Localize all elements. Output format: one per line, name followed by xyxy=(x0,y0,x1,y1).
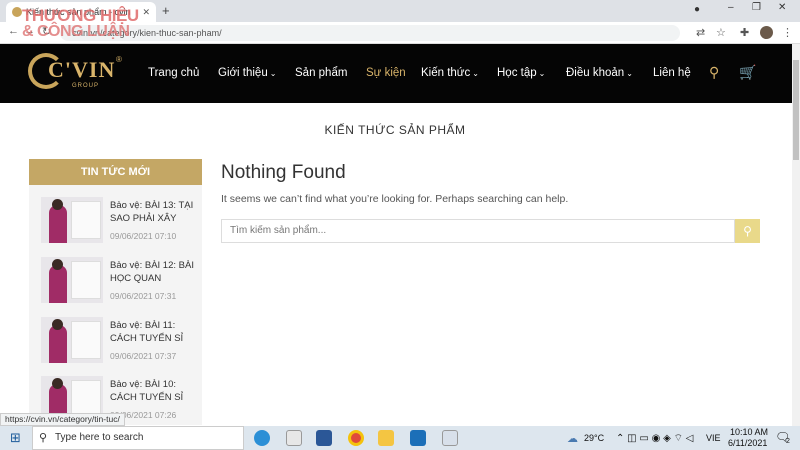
edge-icon[interactable] xyxy=(254,430,270,446)
chevron-down-icon: ⌄ xyxy=(269,69,277,78)
bookmark-star-icon[interactable]: ☆ xyxy=(716,26,726,39)
clock-date[interactable]: 6/11/2021 xyxy=(728,438,767,448)
chevron-down-icon: ⌄ xyxy=(472,69,479,78)
windows-start-icon[interactable]: ⊞ xyxy=(10,430,21,446)
scrollbar-thumb[interactable] xyxy=(793,60,799,160)
menu-item-lien-he[interactable]: Liên hệ xyxy=(653,67,691,79)
chrome-menu-icon[interactable]: ● xyxy=(694,4,700,15)
menu-item-su-kien[interactable]: Sự kiện xyxy=(366,67,406,79)
nothing-found-heading: Nothing Found xyxy=(221,162,346,183)
search-submit-button[interactable]: ⚲ xyxy=(735,219,760,243)
notification-count: 2 xyxy=(786,438,790,445)
news-item[interactable]: Bảo vệ: BÀI 13: TẠI SAO PHẢI XÂY 09/06/2… xyxy=(41,197,201,249)
taskbar-search-box[interactable]: ⚲ Type here to search xyxy=(32,426,244,450)
temperature-label[interactable]: 29°C xyxy=(584,433,604,443)
status-link-preview: https://cvin.vn/category/tin-tuc/ xyxy=(0,413,125,426)
file-explorer-icon[interactable] xyxy=(378,430,394,446)
news-title[interactable]: Bảo vệ: BÀI 13: TẠI SAO PHẢI XÂY xyxy=(110,199,202,225)
news-date: 09/06/2021 07:10 xyxy=(110,231,177,241)
menu-label: Điều khoản xyxy=(566,67,625,79)
sidebar-heading: TIN TỨC MỚI xyxy=(29,159,202,185)
menu-label: Giới thiệu xyxy=(218,67,268,79)
menu-item-san-pham[interactable]: Sản phẩm xyxy=(295,67,347,79)
news-item[interactable]: Bảo vệ: BÀI 12: BÀI HỌC QUAN 09/06/2021 … xyxy=(41,257,201,309)
news-title[interactable]: Bảo vệ: BÀI 11: CÁCH TUYỂN SỈ xyxy=(110,319,202,345)
logo-registered-mark: ® xyxy=(116,55,122,64)
watermark-logo: THƯƠNG HIỆU & CÔNG LUẬN xyxy=(22,6,139,40)
news-title[interactable]: Bảo vệ: BÀI 10: CÁCH TUYỂN SỈ xyxy=(110,378,202,404)
news-date: 09/06/2021 07:37 xyxy=(110,351,177,361)
news-thumbnail[interactable] xyxy=(41,317,103,363)
cart-icon[interactable]: 🛒 xyxy=(739,64,756,81)
menu-item-gioi-thieu[interactable]: Giới thiệu ⌄ xyxy=(218,67,276,79)
translate-icon[interactable]: ⇄ xyxy=(696,26,705,39)
address-bar[interactable]: cvin.vn/category/kien-thuc-san-pham/ xyxy=(60,25,680,41)
taskbar-search-icon: ⚲ xyxy=(39,432,48,444)
chevron-down-icon: ⌄ xyxy=(626,69,633,78)
logo-group-text: GROUP xyxy=(72,83,100,89)
extensions-icon[interactable]: ✚ xyxy=(740,26,749,39)
profile-avatar[interactable] xyxy=(760,26,773,39)
chrome-icon[interactable] xyxy=(348,430,364,446)
windows-taskbar: ⊞ ⚲ Type here to search ☁ 29°C ⌃ ◫ ▭ ◉ ◈… xyxy=(0,426,800,450)
browser-menu-icon[interactable]: ⋮ xyxy=(782,26,793,39)
weather-icon[interactable]: ☁ xyxy=(567,432,578,445)
search-icon[interactable]: ⚲ xyxy=(709,64,719,81)
new-tab-button[interactable]: + xyxy=(162,3,170,18)
news-title[interactable]: Bảo vệ: BÀI 12: BÀI HỌC QUAN xyxy=(110,259,202,285)
maximize-button[interactable]: ❐ xyxy=(752,2,761,13)
news-date: 09/06/2021 07:31 xyxy=(110,291,177,301)
menu-label: Học tập xyxy=(497,67,537,79)
photos-icon[interactable] xyxy=(410,430,426,446)
nothing-found-message: It seems we can’t find what you’re looki… xyxy=(221,193,569,205)
taskbar-search-text: Type here to search xyxy=(55,432,144,443)
back-arrow-icon[interactable]: ← xyxy=(8,25,19,37)
news-thumbnail[interactable] xyxy=(41,257,103,303)
chevron-down-icon: ⌄ xyxy=(538,69,546,78)
news-thumbnail[interactable] xyxy=(41,197,103,243)
news-item[interactable]: Bảo vệ: BÀI 11: CÁCH TUYỂN SỈ 09/06/2021… xyxy=(41,317,201,369)
menu-item-kien-thuc[interactable]: Kiến thức ⌄ xyxy=(421,67,479,79)
watermark-line1: THƯƠNG HIỆU xyxy=(22,6,139,25)
menu-label: Kiến thức xyxy=(421,67,471,79)
minimize-button[interactable]: – xyxy=(728,2,734,13)
task-view-icon[interactable] xyxy=(286,430,302,446)
language-indicator[interactable]: VIE xyxy=(706,433,721,443)
clock-time[interactable]: 10:10 AM xyxy=(730,427,768,437)
site-favicon-icon xyxy=(12,7,22,17)
watermark-line2: & CÔNG LUẬN xyxy=(22,23,130,40)
page-title: KIẾN THỨC SẢN PHẨM xyxy=(324,123,466,137)
paint-icon[interactable] xyxy=(442,430,458,446)
close-tab-icon[interactable]: ✕ xyxy=(142,7,150,18)
menu-item-hoc-tap[interactable]: Học tập ⌄ xyxy=(497,67,545,79)
tray-icons[interactable]: ⌃ ◫ ▭ ◉ ◈ ⌔ ◁ xyxy=(616,432,693,445)
cvin-logo[interactable]: C'VIN ® GROUP xyxy=(28,53,128,93)
menu-item-dieu-khoan[interactable]: Điều khoản ⌄ xyxy=(566,67,633,79)
word-icon[interactable] xyxy=(316,430,332,446)
site-header: C'VIN ® GROUP Trang chủ Giới thiệu ⌄ Sản … xyxy=(0,44,792,103)
product-search-input[interactable]: Tìm kiếm sản phẩm... xyxy=(221,219,735,243)
logo-text: C'VIN xyxy=(48,57,116,82)
search-icon: ⚲ xyxy=(743,224,752,238)
close-window-button[interactable]: ✕ xyxy=(778,2,786,13)
menu-item-trang-chu[interactable]: Trang chủ xyxy=(148,67,199,79)
